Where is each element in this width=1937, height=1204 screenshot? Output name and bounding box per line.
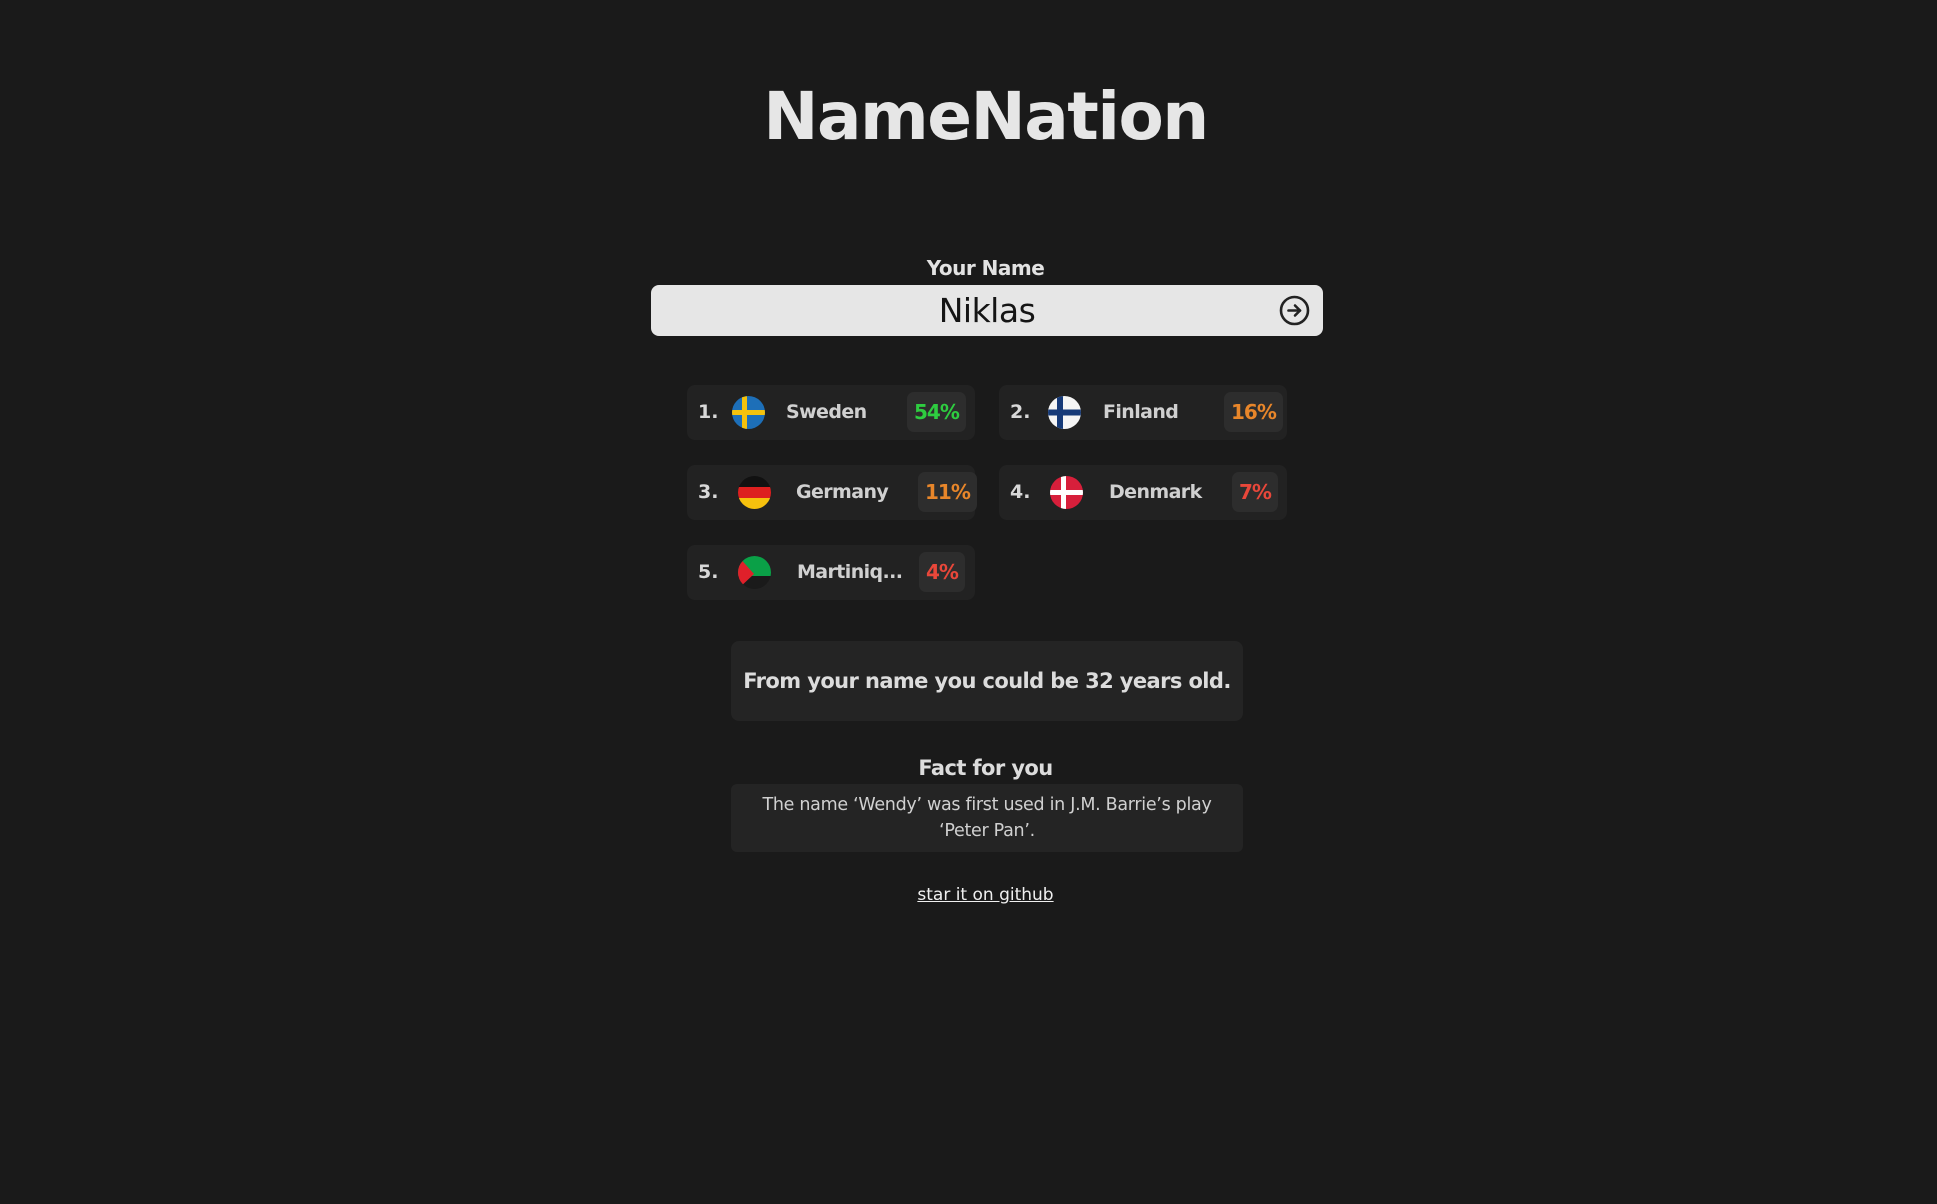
percent-badge: 7% [1232,472,1278,512]
percent-badge: 4% [919,552,965,592]
arrow-right-circle-icon[interactable] [1278,294,1311,327]
country-result-card: 5. Martiniq... 4% [687,545,975,600]
country-result-card: 3. Germany 11% [687,465,977,520]
rank-number: 3. [698,481,719,503]
percent-badge: 11% [918,472,977,512]
country-result-card: 1. Sweden 54% [687,385,975,440]
country-name: Germany [796,481,889,503]
name-input[interactable] [651,285,1323,336]
country-name: Martiniq... [797,561,903,583]
github-link[interactable]: star it on github [917,885,1053,905]
fact-title: Fact for you [918,756,1053,780]
sweden-flag-icon [732,396,765,429]
app-title: NameNation [763,78,1209,155]
country-name: Denmark [1109,481,1202,503]
rank-number: 4. [1010,481,1031,503]
country-name: Finland [1103,401,1179,423]
name-form [651,285,1323,336]
denmark-flag-icon [1050,476,1083,509]
age-estimate: From your name you could be 32 years old… [731,641,1243,721]
germany-flag-icon [738,476,771,509]
page: NameNation Your Name 1. Sweden 54% 2. [0,0,1937,1204]
percent-badge: 16% [1224,392,1283,432]
finland-flag-icon [1048,396,1081,429]
footer: star it on github [0,885,1937,905]
country-result-card: 2. Finland 16% [999,385,1287,440]
country-name: Sweden [786,401,867,423]
rank-number: 1. [698,401,719,423]
country-result-card: 4. Denmark 7% [999,465,1287,520]
rank-number: 5. [698,561,719,583]
fact-text: The name ‘Wendy’ was first used in J.M. … [731,784,1243,852]
rank-number: 2. [1010,401,1031,423]
name-label: Your Name [926,256,1045,280]
martinique-flag-icon [738,556,771,589]
percent-badge: 54% [907,392,966,432]
